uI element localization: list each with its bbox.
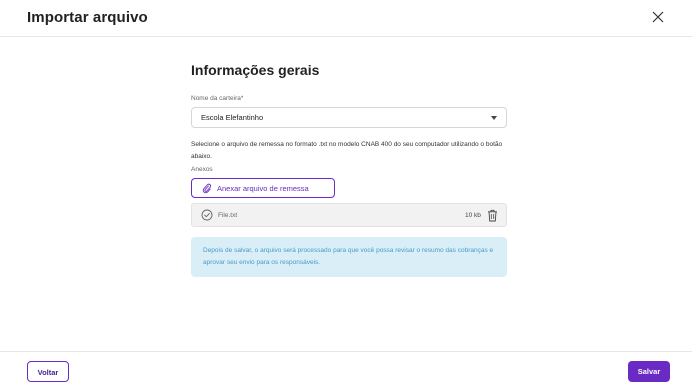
attached-file-row: File.txt 10 kb <box>191 203 507 227</box>
section-title: Informações gerais <box>191 62 320 78</box>
wallet-select[interactable]: Escola Elefantinho <box>191 107 507 128</box>
caret-down-icon <box>491 116 497 120</box>
info-banner-text: Depois de salvar, o arquivo será process… <box>203 247 494 266</box>
back-button-label: Voltar <box>37 368 59 377</box>
file-size: 10 kb <box>465 212 481 219</box>
modal-title: Importar arquivo <box>27 9 148 26</box>
close-icon[interactable] <box>650 9 666 25</box>
help-text: Selecione o arquivo de remessa no format… <box>191 141 503 160</box>
trash-icon[interactable] <box>487 209 498 222</box>
back-button[interactable]: Voltar <box>27 361 69 382</box>
file-name: File.txt <box>218 212 238 219</box>
modal-header: Importar arquivo <box>0 0 692 37</box>
modal-footer: Voltar Salvar <box>0 351 692 391</box>
save-button-label: Salvar <box>637 367 661 376</box>
attachments-label: Anexos <box>191 166 213 173</box>
info-banner: Depois de salvar, o arquivo será process… <box>191 237 507 277</box>
save-button[interactable]: Salvar <box>628 361 670 382</box>
attach-file-button-label: Anexar arquivo de remessa <box>217 184 309 193</box>
wallet-field-label: Nome da carteira* <box>191 95 244 102</box>
attach-file-button[interactable]: Anexar arquivo de remessa <box>191 178 335 198</box>
wallet-select-value: Escola Elefantinho <box>201 113 264 122</box>
check-circle-icon <box>201 209 213 221</box>
paperclip-icon <box>202 183 212 194</box>
